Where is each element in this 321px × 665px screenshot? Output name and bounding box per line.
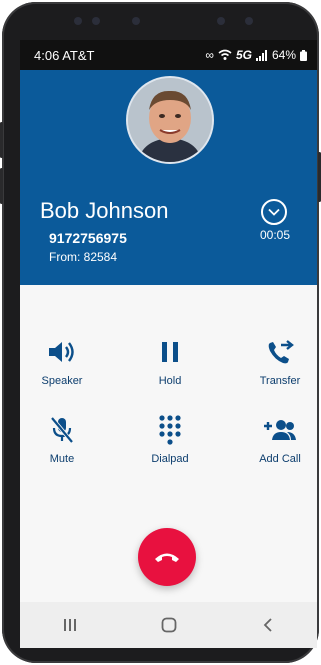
add-call-label: Add Call [259,453,301,465]
hold-label: Hold [158,375,182,387]
dialpad-label: Dialpad [151,453,189,465]
mic-off-icon [50,416,74,444]
battery-icon [300,49,307,61]
transfer-button[interactable]: Transfer [240,335,317,387]
phone-transfer-icon [268,340,294,364]
back-icon [263,618,272,632]
link-icon: ∞ [205,48,214,62]
caller-from: From: 82584 [49,250,118,264]
call-timer: 00:05 [260,228,291,242]
network-type: 5G [235,48,252,62]
chevron-down-icon [268,208,280,216]
add-call-button[interactable]: Add Call [240,413,317,465]
call-screen: 4:06 AT&T ∞ 5G 64% Bob Johnson 917275697… [20,40,317,648]
caller-number: 9172756975 [49,230,127,246]
volume-up-button [0,122,3,158]
speaker-icon [49,342,74,362]
status-bar: 4:06 AT&T ∞ 5G 64% [20,40,317,70]
pause-icon [162,342,178,362]
status-time-carrier: 4:06 AT&T [34,47,95,63]
signal-icon [255,49,267,61]
back-button[interactable] [248,610,288,640]
mute-button[interactable]: Mute [22,413,102,465]
hold-button[interactable]: Hold [130,335,210,387]
mute-label: Mute [49,453,75,465]
home-button[interactable] [149,610,189,640]
phone-frame: 4:06 AT&T ∞ 5G 64% Bob Johnson 917275697… [0,2,321,663]
speaker-button[interactable]: Speaker [22,335,102,387]
caller-avatar [128,78,212,162]
dialpad-button[interactable]: Dialpad [130,413,210,465]
dialpad-icon [159,415,181,445]
recents-icon [63,619,76,631]
wifi-icon [218,49,232,60]
transfer-label: Transfer [259,375,301,387]
hang-up-icon [155,553,179,562]
home-icon [161,617,176,633]
add-person-icon [264,420,296,440]
battery-percent: 64% [271,48,296,62]
volume-down-button [0,168,3,204]
caller-header: Bob Johnson 9172756975 From: 82584 00:05 [20,70,317,285]
end-call-button[interactable] [138,528,196,586]
phone-top-sensors [2,14,319,30]
speaker-label: Speaker [41,375,83,387]
recents-button[interactable] [50,610,90,640]
collapse-button[interactable] [261,199,287,225]
android-nav-bar [20,602,317,648]
caller-name: Bob Johnson [40,198,169,223]
